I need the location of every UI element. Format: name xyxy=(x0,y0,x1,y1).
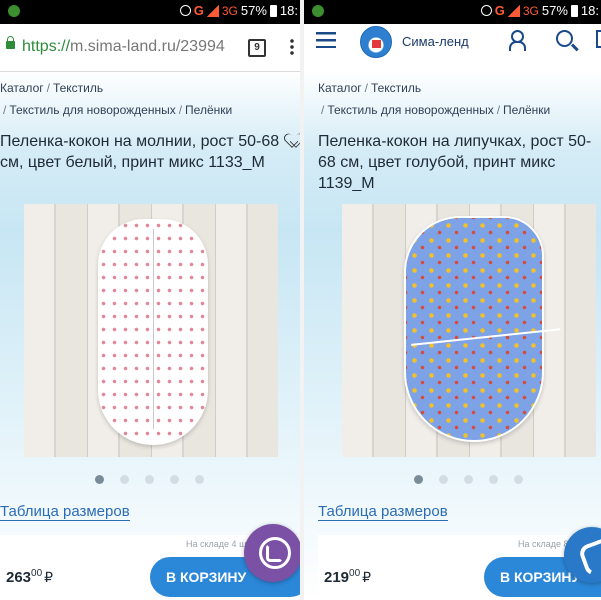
status-bar: G 3G 57% 18: xyxy=(0,0,300,24)
crumb-textile[interactable]: Текстиль xyxy=(53,81,103,95)
carousel-dot[interactable] xyxy=(145,475,154,484)
sima-land-logo[interactable] xyxy=(360,26,392,58)
clock-time: 18: xyxy=(279,3,298,18)
viber-icon[interactable] xyxy=(244,524,300,582)
carrier-icon xyxy=(312,5,324,17)
carousel-dot[interactable] xyxy=(514,475,523,484)
carrier-icon xyxy=(8,5,20,17)
stock-label: На складе 4 шт xyxy=(186,539,251,549)
battery-percent: 57% xyxy=(541,3,568,18)
carousel-dots xyxy=(95,475,204,484)
product-image[interactable] xyxy=(24,204,278,457)
battery-icon xyxy=(570,4,578,17)
battery-icon xyxy=(269,4,277,17)
breadcrumb: Каталог / Текстиль xyxy=(318,81,422,95)
signal-icon xyxy=(507,4,520,17)
carousel-dot[interactable] xyxy=(414,475,423,484)
clock-time: 18: xyxy=(580,3,599,18)
product-title: Пеленка-кокон на молнии, рост 50-68 см, … xyxy=(0,133,280,171)
carousel-dot[interactable] xyxy=(439,475,448,484)
carousel-dot[interactable] xyxy=(95,475,104,484)
network-g-label: G xyxy=(193,3,204,18)
crumb-diapers[interactable]: Пелёнки xyxy=(503,103,550,117)
carousel-dot[interactable] xyxy=(195,475,204,484)
product-title: Пеленка-кокон на липучках, рост 50-68 см… xyxy=(318,133,592,192)
carousel-dots xyxy=(414,475,523,484)
browser-url-bar[interactable]: https://m.sima-land.ru/23994 9 xyxy=(0,24,300,72)
crumb-catalog[interactable]: Каталог xyxy=(0,81,44,95)
crumb-catalog[interactable]: Каталог xyxy=(318,81,362,95)
hamburger-menu-icon[interactable] xyxy=(316,32,336,48)
tab-switcher-button[interactable]: 9 xyxy=(248,39,266,57)
crumb-textile[interactable]: Текстиль xyxy=(371,81,421,95)
carousel-dot[interactable] xyxy=(170,475,179,484)
network-g-label: G xyxy=(494,3,505,18)
carousel-dot[interactable] xyxy=(120,475,129,484)
signal-icon xyxy=(206,4,219,17)
crumb-newborn-textile[interactable]: Текстиль для новорожденных xyxy=(327,103,493,117)
cart-icon[interactable] xyxy=(596,30,601,48)
price: 21900 ₽ xyxy=(324,568,372,586)
carousel-dot[interactable] xyxy=(489,475,498,484)
lock-icon xyxy=(6,36,15,49)
left-screen: G 3G 57% 18: https://m.sima-land.ru/2399… xyxy=(0,0,300,600)
brand-name[interactable]: Сима-ленд xyxy=(402,34,469,49)
status-bar: G 3G 57% 18: xyxy=(304,0,601,24)
breadcrumb-secondary: / Текстиль для новорожденных / Пелёнки xyxy=(321,103,551,117)
user-icon[interactable] xyxy=(509,30,526,51)
breadcrumb-secondary: / Текстиль для новорожденных / Пелёнки xyxy=(3,103,233,117)
heart-icon[interactable] xyxy=(287,134,300,146)
crumb-diapers[interactable]: Пелёнки xyxy=(185,103,232,117)
search-icon[interactable] xyxy=(556,30,573,47)
carousel-dot[interactable] xyxy=(464,475,473,484)
app-header: Сима-ленд xyxy=(304,24,601,64)
size-table-link[interactable]: Таблица размеров xyxy=(0,503,130,521)
network-type-label: 3G xyxy=(522,3,539,18)
white-swaddle-image xyxy=(98,219,208,445)
purchase-card: На складе 8 шт 21900 ₽ В КОРЗИНУ xyxy=(318,535,601,600)
crumb-newborn-textile[interactable]: Текстиль для новорожденных xyxy=(9,103,175,117)
alarm-icon xyxy=(480,5,492,16)
price: 26300 ₽ xyxy=(6,568,54,586)
alarm-icon xyxy=(179,5,191,16)
size-table-link[interactable]: Таблица размеров xyxy=(318,503,448,521)
url-text[interactable]: https://m.sima-land.ru/23994 xyxy=(22,38,227,56)
right-screen: G 3G 57% 18: Сима-ленд Каталог / Текстиль … xyxy=(304,0,601,600)
breadcrumb: Каталог / Текстиль xyxy=(0,81,104,95)
blue-swaddle-image xyxy=(404,216,563,442)
network-type-label: 3G xyxy=(221,3,238,18)
swaddle-flap xyxy=(411,328,563,370)
overflow-menu-icon[interactable] xyxy=(290,38,294,56)
battery-percent: 57% xyxy=(240,3,267,18)
product-image[interactable] xyxy=(342,204,596,457)
